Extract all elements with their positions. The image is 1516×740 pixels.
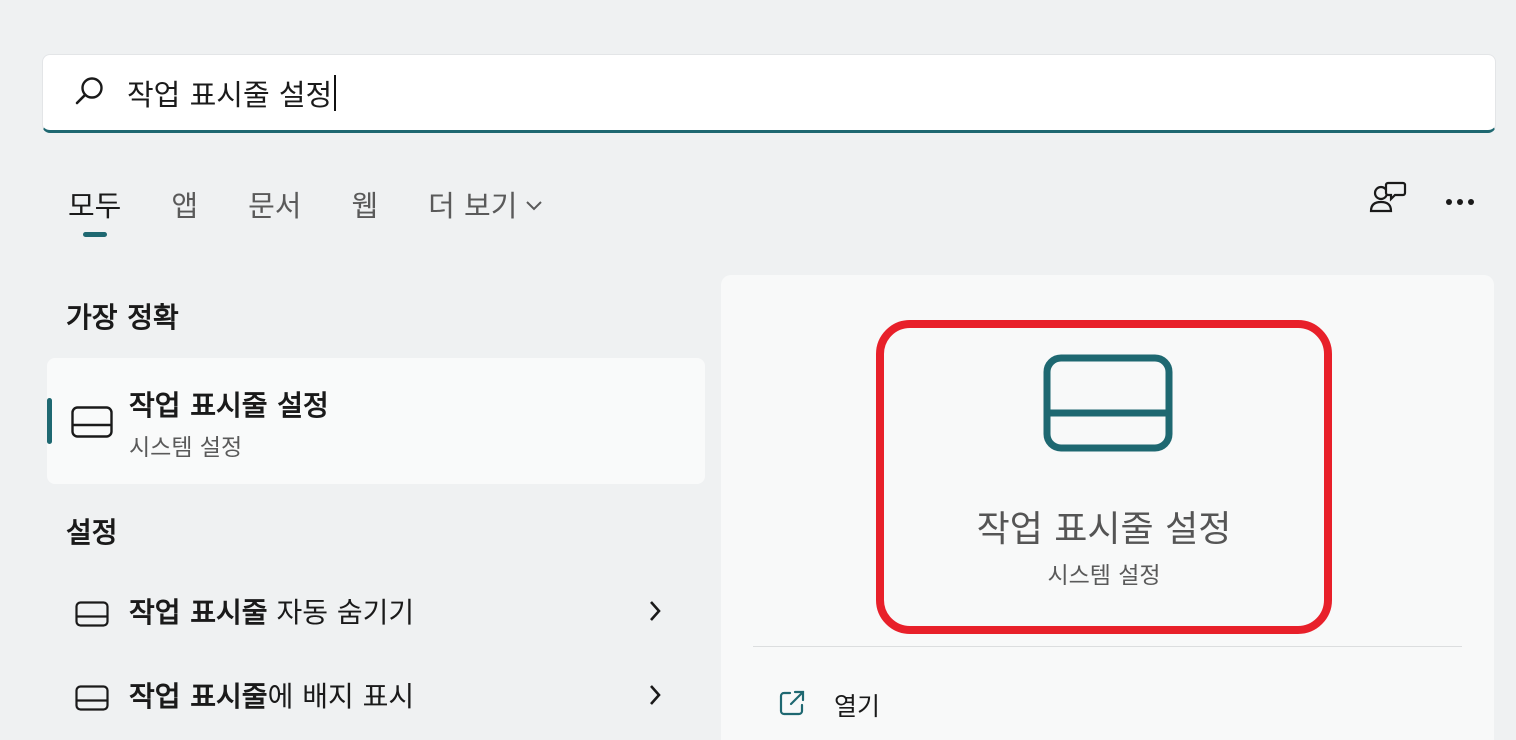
setting-item-badges[interactable]: 작업 표시줄에 배지 표시 xyxy=(47,661,705,731)
ellipsis-icon xyxy=(1445,191,1475,210)
best-match-heading: 가장 정확 xyxy=(66,301,179,334)
tab-web-label: 웹 xyxy=(351,189,379,223)
search-window: 작업 표시줄 설정 모두 앱 문서 웹 더 보기 가장 정확 작업 표시줄 설정… xyxy=(0,0,1516,740)
taskbar-icon xyxy=(75,601,109,631)
search-box[interactable]: 작업 표시줄 설정 xyxy=(42,54,1496,133)
filter-tabs: 모두 앱 문서 웹 더 보기 xyxy=(68,180,593,240)
setting-item-label: 작업 표시줄 자동 숨기기 xyxy=(129,596,415,629)
tab-more[interactable]: 더 보기 xyxy=(428,180,543,228)
taskbar-icon xyxy=(75,685,109,715)
best-match-subtitle: 시스템 설정 xyxy=(129,435,243,461)
tab-more-label: 더 보기 xyxy=(428,189,518,223)
tab-documents[interactable]: 문서 xyxy=(248,180,301,228)
tab-apps-label: 앱 xyxy=(171,189,199,223)
chevron-right-icon xyxy=(647,683,663,711)
setting-item-autohide[interactable]: 작업 표시줄 자동 숨기기 xyxy=(47,577,705,647)
more-options-button[interactable] xyxy=(1440,180,1480,220)
tab-apps[interactable]: 앱 xyxy=(171,180,198,228)
divider xyxy=(753,646,1462,647)
search-icon xyxy=(73,74,107,112)
search-input[interactable]: 작업 표시줄 설정 xyxy=(127,72,337,114)
open-button[interactable]: 열기 xyxy=(778,685,880,725)
red-highlight-box xyxy=(876,320,1332,634)
best-match-result[interactable]: 작업 표시줄 설정 시스템 설정 xyxy=(47,358,705,484)
chevron-right-icon xyxy=(647,599,663,627)
tab-all[interactable]: 모두 xyxy=(68,180,122,237)
tab-web[interactable]: 웹 xyxy=(351,180,378,228)
person-chat-icon xyxy=(1369,180,1407,220)
open-label: 열기 xyxy=(834,692,881,721)
best-match-title: 작업 표시줄 설정 xyxy=(129,389,329,422)
open-external-icon xyxy=(778,689,806,721)
text-caret xyxy=(334,74,337,111)
setting-item-label: 작업 표시줄에 배지 표시 xyxy=(129,680,415,713)
selection-indicator xyxy=(47,398,52,444)
settings-heading: 설정 xyxy=(66,516,118,549)
active-tab-indicator xyxy=(83,232,107,237)
search-input-value: 작업 표시줄 설정 xyxy=(127,77,333,112)
taskbar-icon xyxy=(71,406,113,442)
chevron-down-icon xyxy=(525,192,543,216)
tab-documents-label: 문서 xyxy=(248,189,302,223)
tab-all-label: 모두 xyxy=(68,189,122,223)
account-feedback-button[interactable] xyxy=(1368,180,1408,220)
